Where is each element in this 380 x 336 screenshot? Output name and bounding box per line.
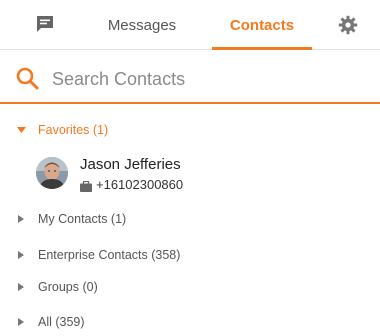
tab-messages-label: Messages	[107, 16, 177, 34]
chat-icon[interactable]	[34, 13, 56, 35]
tab-contacts[interactable]: Contacts	[212, 0, 312, 50]
section-my-contacts-label: My Contacts (1)	[38, 212, 127, 226]
section-enterprise-contacts[interactable]: Enterprise Contacts (358)	[0, 241, 380, 269]
avatar	[36, 157, 68, 189]
section-all-label: All (359)	[38, 315, 85, 329]
section-enterprise-contacts-label: Enterprise Contacts (358)	[38, 248, 181, 262]
contact-row[interactable]: Jason Jefferies +16102300860	[0, 152, 380, 198]
search-icon	[15, 66, 41, 92]
briefcase-icon	[80, 179, 92, 192]
top-tab-bar: Messages Contacts	[0, 0, 380, 50]
caret-down-icon	[16, 125, 26, 135]
caret-right-icon	[16, 250, 26, 260]
contact-name: Jason Jefferies	[80, 156, 181, 173]
section-favorites[interactable]: Favorites (1)	[0, 116, 380, 144]
caret-right-icon	[16, 214, 26, 224]
search-bar	[0, 58, 380, 104]
section-groups[interactable]: Groups (0)	[0, 273, 380, 301]
search-input[interactable]	[52, 64, 352, 94]
section-favorites-label: Favorites (1)	[38, 123, 109, 137]
section-all[interactable]: All (359)	[0, 308, 380, 336]
caret-right-icon	[16, 282, 26, 292]
gear-icon[interactable]	[336, 13, 360, 37]
section-my-contacts[interactable]: My Contacts (1)	[0, 205, 380, 233]
caret-right-icon	[16, 317, 26, 327]
tab-contacts-label: Contacts	[229, 16, 295, 34]
section-groups-label: Groups (0)	[38, 280, 98, 294]
contact-phone: +16102300860	[96, 177, 184, 192]
tab-messages[interactable]: Messages	[90, 0, 194, 50]
